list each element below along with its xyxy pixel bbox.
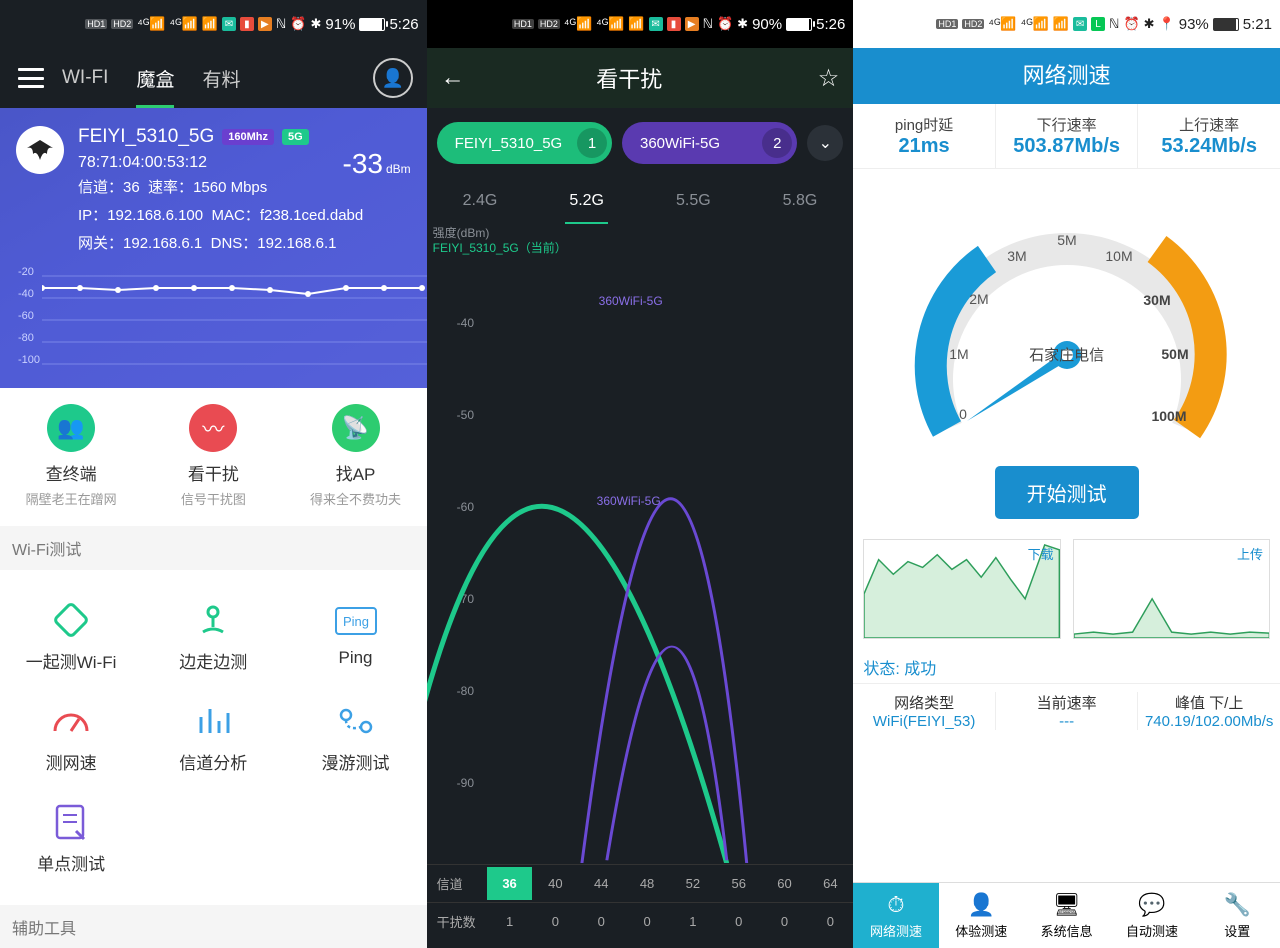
band-55g[interactable]: 5.5G — [640, 178, 747, 224]
item-roam[interactable]: 漫游测试 — [284, 687, 426, 788]
bottom-nav: ⏱网络测速 👤体验测速 🖥系统信息 💬自动测速 🔧设置 — [853, 882, 1280, 948]
nav-speed[interactable]: ⏱网络测速 — [853, 883, 938, 948]
svg-text:Ping: Ping — [342, 614, 368, 629]
users-icon: 👥 — [47, 404, 95, 452]
wave-icon: 〰 — [189, 404, 237, 452]
app-tabbar: WI-FI 魔盒 有料 👤 — [0, 48, 427, 108]
status-line: 状态: 成功 — [853, 651, 1280, 683]
svg-text:3M: 3M — [1007, 248, 1026, 264]
tab-wifi[interactable]: WI-FI — [62, 48, 108, 108]
profile-icon[interactable]: 👤 — [373, 58, 413, 98]
item-walk-test[interactable]: 边走边测 — [142, 586, 284, 687]
section-wifi-test: Wi-Fi测试 — [0, 526, 427, 570]
item-speed[interactable]: 测网速 — [0, 687, 142, 788]
item-single[interactable]: 单点测试 — [0, 788, 142, 889]
badge-160mhz: 160Mhz — [222, 129, 274, 145]
svg-text:0: 0 — [959, 406, 967, 422]
band-24g[interactable]: 2.4G — [427, 178, 534, 224]
item-channel[interactable]: 信道分析 — [142, 687, 284, 788]
upload-sparkline: 上传 — [1073, 539, 1270, 639]
interference-row: 干扰数 10 00 10 00 — [427, 902, 854, 940]
statusbar: HD1HD2 ⁴ᴳ📶⁴ᴳ📶📶 ✉▮▶ ℕ⏰✱ 91% 5:26 — [0, 0, 427, 48]
meta-peak: 峰值 下/上740.19/102.00Mb/s — [1138, 692, 1280, 730]
svg-text:100M: 100M — [1151, 408, 1186, 424]
nav-settings[interactable]: 🔧设置 — [1195, 883, 1280, 948]
person-icon: 👤 — [939, 889, 1024, 921]
nav-sysinfo[interactable]: 🖥系统信息 — [1024, 883, 1109, 948]
statusbar: HD1HD2 ⁴ᴳ📶⁴ᴳ📶📶 ✉▮▶ ℕ⏰✱ 90% 5:26 — [427, 0, 854, 48]
svg-text:10M: 10M — [1105, 248, 1132, 264]
band-tabs: 2.4G 5.2G 5.5G 5.8G — [427, 178, 854, 224]
meta-current: 当前速率--- — [996, 692, 1139, 730]
wifi-logo-icon — [16, 126, 64, 174]
chat-icon: 💬 — [1109, 889, 1194, 921]
tab-mohe[interactable]: 魔盒 — [136, 48, 174, 108]
meta-nettype: 网络类型WiFi(FEIYI_53) — [853, 692, 996, 730]
monitor-icon: 🖥 — [1024, 889, 1109, 921]
wifi-card: FEIYI_5310_5G 160Mhz 5G 78:71:04:00:53:1… — [0, 108, 427, 388]
tab-youliao[interactable]: 有料 — [202, 48, 240, 108]
signal-strength: -33dBm — [343, 148, 411, 180]
badge-5g: 5G — [282, 129, 309, 145]
plot-svg — [427, 224, 854, 863]
ssid: FEIYI_5310_5G — [78, 126, 214, 148]
router-icon: 📡 — [332, 404, 380, 452]
tool-findap[interactable]: 📡 找AP得来全不费功夫 — [284, 404, 426, 508]
svg-text:2M: 2M — [969, 291, 988, 307]
stat-down: 下行速率503.87Mb/s — [996, 104, 1139, 168]
svg-text:1M: 1M — [949, 346, 968, 362]
svg-text:30M: 30M — [1143, 292, 1170, 308]
download-sparkline: 下载 — [863, 539, 1060, 639]
stat-ping: ping时延21ms — [853, 104, 996, 168]
page-title: 网络测速 — [853, 48, 1280, 104]
item-ping[interactable]: PingPing — [284, 586, 426, 687]
page-title: 看干扰 — [441, 62, 818, 94]
isp-label: 石家庄电信 — [1029, 344, 1104, 365]
interference-plot: 强度(dBm) FEIYI_5310_5G（当前） 360WiFi-5G 360… — [427, 224, 854, 864]
nav-auto[interactable]: 💬自动测速 — [1109, 883, 1194, 948]
svg-text:50M: 50M — [1161, 346, 1188, 362]
menu-icon[interactable] — [18, 68, 44, 88]
stat-up: 上行速率53.24Mb/s — [1138, 104, 1280, 168]
section-aux: 辅助工具 — [0, 905, 427, 948]
bssid: 78:71:04:00:53:12 — [78, 154, 309, 172]
nav-experience[interactable]: 👤体验测速 — [939, 883, 1024, 948]
ssid-chip-1[interactable]: FEIYI_5310_5G1 — [437, 122, 612, 164]
tool-terminal[interactable]: 👥 查终端隔壁老王在蹭网 — [0, 404, 142, 508]
gauge-icon: ⏱ — [853, 889, 938, 921]
star-icon[interactable]: ☆ — [818, 64, 840, 93]
speed-gauge: 0 1M 2M 3M 5M 10M 30M 50M 100M 石家庄电信 开始测… — [853, 169, 1280, 539]
band-58g[interactable]: 5.8G — [747, 178, 854, 224]
band-52g[interactable]: 5.2G — [533, 178, 640, 224]
wrench-icon: 🔧 — [1195, 889, 1280, 921]
signal-sparkline: -20 -40 -60 -80 -100 — [16, 266, 411, 376]
ssid-chip-2[interactable]: 360WiFi-5G2 — [622, 122, 797, 164]
item-group-test[interactable]: 一起测Wi-Fi — [0, 586, 142, 687]
channel-row: 信道 36 4044 4852 5660 64 — [427, 864, 854, 902]
tool-interference[interactable]: 〰 看干扰信号干扰图 — [142, 404, 284, 508]
statusbar: HD1HD2 ⁴ᴳ📶⁴ᴳ📶📶 ✉L ℕ⏰✱📍 93% 5:21 — [853, 0, 1280, 48]
chevron-down-icon[interactable]: ⌄ — [807, 125, 843, 161]
svg-text:5M: 5M — [1057, 232, 1076, 248]
